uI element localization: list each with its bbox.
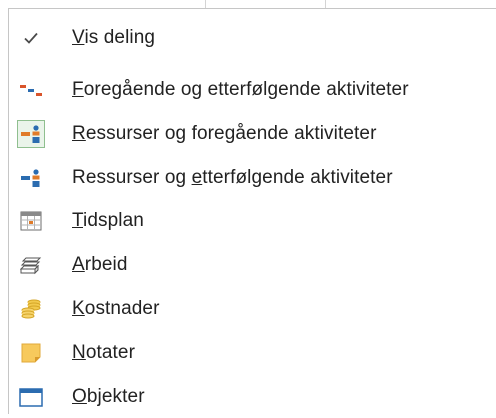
menu-item-label: Kostnader [72,298,160,319]
objects-icon [17,383,45,411]
resources-predecessors-icon [17,120,45,148]
menu-item-label: Foregående og etterfølgende aktiviteter [72,79,409,100]
menu-item-resources-predecessors[interactable]: Ressurser og foregående aktiviteter [9,113,495,155]
details-context-menu: Vis deling Foregående og etterfølgende a… [8,8,496,414]
ribbon-separator [205,0,206,8]
menu-item-label: Tidsplan [72,210,144,231]
menu-item-work[interactable]: Arbeid [9,244,495,286]
menu-item-label: Ressurser og etterfølgende aktiviteter [72,167,393,188]
menu-item-label: Vis deling [72,27,156,48]
menu-item-predecessors-successors[interactable]: Foregående og etterfølgende aktiviteter [9,69,495,111]
schedule-icon [17,207,45,235]
menu-item-label: Objekter [72,386,145,407]
menu-item-label: Ressurser og foregående aktiviteter [72,123,377,144]
menu-item-schedule[interactable]: Tidsplan [9,200,495,242]
menu-item-label: Arbeid [72,254,128,275]
predecessor-successor-icon [17,76,45,104]
resources-successors-icon [17,164,45,192]
ribbon-edge [0,0,496,8]
ribbon-separator [325,0,326,8]
cost-icon [17,295,45,323]
menu-item-objects[interactable]: Objekter [9,376,495,418]
menu-item-resources-successors[interactable]: Ressurser og etterfølgende aktiviteter [9,157,495,199]
menu-item-costs[interactable]: Kostnader [9,288,495,330]
notes-icon [17,339,45,367]
menu-item-notes[interactable]: Notater [9,332,495,374]
work-icon [17,251,45,279]
menu-item-label: Notater [72,342,136,363]
checkmark-icon [17,24,45,52]
menu-item-show-split[interactable]: Vis deling [9,17,495,59]
